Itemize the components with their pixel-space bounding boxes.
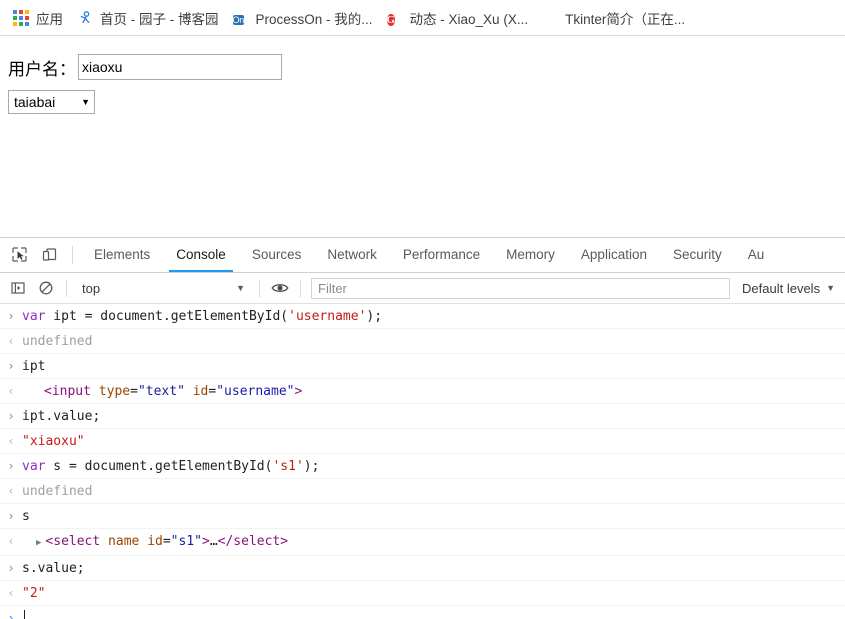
console-row-output[interactable]: ‹ <input type="text" id="username">	[0, 379, 845, 405]
bookmark-gitee[interactable]: G 动态 - Xiao_Xu (X...	[380, 5, 536, 31]
live-expression-button[interactable]	[266, 276, 294, 300]
console-filter-input[interactable]	[311, 277, 731, 299]
console-row-text: "2"	[22, 586, 46, 602]
console-row-text: undefined	[22, 484, 93, 500]
console-row-text: <input type="text" id="username">	[44, 384, 303, 400]
tab-network[interactable]: Network	[314, 238, 390, 272]
filterbar-divider-2	[259, 279, 260, 297]
device-toggle-icon	[42, 248, 56, 261]
console-output-marker: ‹	[7, 586, 15, 601]
console-input-marker: ›	[7, 359, 15, 374]
sidebar-toggle-icon	[11, 282, 25, 294]
console-row-output[interactable]: ‹ "xiaoxu"	[0, 429, 845, 455]
inspect-cursor-icon	[11, 247, 27, 262]
console-row-text: var ipt = document.getElementById('usern…	[22, 309, 383, 325]
page-viewport: 用户名： taiabai ▼	[0, 36, 845, 237]
apps-grid-icon	[13, 9, 29, 26]
tab-sources[interactable]: Sources	[239, 238, 315, 272]
console-sidebar-toggle-button[interactable]	[4, 276, 32, 300]
console-row-input[interactable]: › ipt.value;	[0, 404, 845, 430]
eye-icon	[271, 284, 289, 292]
username-row: 用户名：	[8, 54, 845, 80]
console-row-input[interactable]: › var ipt = document.getElementById('use…	[0, 304, 845, 330]
bookmark-label: 应用	[36, 11, 63, 27]
console-message-list[interactable]: › var ipt = document.getElementById('use…	[0, 304, 845, 619]
bookmark-label: ProcessOn - 我的...	[255, 11, 373, 27]
bookmark-apps[interactable]: 应用	[6, 5, 70, 31]
tab-application[interactable]: Application	[568, 238, 660, 272]
bookmark-cnblogs[interactable]: 首页 - 园子 - 博客园	[70, 5, 226, 31]
chevron-down-icon: ▼	[236, 283, 245, 294]
console-row-input[interactable]: › s.value;	[0, 556, 845, 582]
console-row-input[interactable]: › var s = document.getElementById('s1');	[0, 454, 845, 480]
console-prompt-row[interactable]: ›	[0, 606, 845, 619]
device-toolbar-button[interactable]	[34, 238, 64, 272]
execution-context-value: top	[82, 280, 101, 296]
clear-console-button[interactable]	[32, 276, 60, 300]
processon-icon: On	[232, 10, 249, 26]
toolbar-divider	[72, 246, 73, 264]
tab-elements[interactable]: Elements	[81, 238, 163, 272]
console-input-marker: ›	[7, 561, 15, 576]
filterbar-divider-3	[300, 279, 301, 297]
tab-console[interactable]: Console	[163, 238, 239, 272]
console-row-text: s.value;	[22, 561, 85, 577]
username-label: 用户名：	[8, 59, 76, 79]
console-output-marker: ‹	[7, 384, 15, 399]
tab-memory[interactable]: Memory	[493, 238, 568, 272]
chevron-down-icon: ▼	[826, 283, 835, 294]
console-row-input[interactable]: › ipt	[0, 354, 845, 380]
console-output-marker: ‹	[7, 434, 15, 449]
bookmark-label: 首页 - 园子 - 博客园	[100, 11, 219, 27]
log-levels-value: Default levels	[742, 280, 821, 296]
console-row-text: undefined	[22, 334, 93, 350]
console-row-text: var s = document.getElementById('s1');	[22, 459, 320, 475]
city-select-value: taiabai	[14, 94, 56, 110]
tab-performance[interactable]: Performance	[390, 238, 493, 272]
console-input-marker: ›	[7, 509, 15, 524]
bookmark-label: 动态 - Xiao_Xu (X...	[409, 11, 529, 27]
devtools-tabbar: Elements Console Sources Network Perform…	[0, 238, 845, 273]
clear-console-icon	[39, 281, 53, 295]
bookmark-label: Tkinter简介（正在...	[565, 11, 686, 27]
console-row-output[interactable]: ‹ undefined	[0, 329, 845, 355]
console-input-marker: ›	[7, 409, 15, 424]
tab-security[interactable]: Security	[660, 238, 735, 272]
console-row-text: ▶ <select name id="s1">…</select>	[22, 532, 845, 553]
select-row: taiabai ▼	[8, 89, 845, 115]
console-row-output[interactable]: ‹ undefined	[0, 479, 845, 505]
expand-triangle-icon[interactable]: ▶	[22, 534, 45, 553]
console-filterbar: top ▼ Default levels ▼	[0, 272, 845, 305]
console-row-text: ipt	[22, 359, 46, 375]
console-input-marker: ›	[7, 309, 15, 324]
log-levels-select[interactable]: Default levels ▼	[734, 281, 845, 296]
console-row-text: ipt.value;	[22, 409, 101, 425]
inspect-element-button[interactable]	[4, 238, 34, 272]
city-select[interactable]: taiabai ▼	[8, 90, 95, 114]
processon-icon-text: On	[232, 14, 244, 25]
console-output-marker: ‹	[7, 484, 15, 499]
console-row-text: "xiaoxu"	[22, 434, 85, 450]
cnblogs-icon	[77, 10, 93, 26]
green-square-icon	[542, 10, 558, 26]
console-row-output[interactable]: ‹ "2"	[0, 581, 845, 607]
tab-audits[interactable]: Au	[735, 238, 778, 272]
username-input[interactable]	[78, 54, 282, 80]
execution-context-select[interactable]: top ▼	[73, 281, 253, 296]
bookmark-tkinter[interactable]: Tkinter简介（正在...	[535, 5, 692, 31]
filterbar-divider-1	[66, 279, 67, 297]
gitee-icon: G	[386, 10, 403, 26]
chevron-down-icon: ▼	[81, 96, 90, 107]
console-output-marker: ‹	[7, 534, 15, 549]
console-row-input[interactable]: › s	[0, 504, 845, 530]
bookmark-processon[interactable]: On ProcessOn - 我的...	[226, 5, 380, 31]
gitee-icon-text: G	[386, 13, 396, 26]
bookmarks-bar: 应用 首页 - 园子 - 博客园 On ProcessOn - 我的... G …	[0, 0, 845, 36]
console-output-marker: ‹	[7, 334, 15, 349]
devtools-panel: Elements Console Sources Network Perform…	[0, 237, 845, 619]
console-row-text: s	[22, 509, 30, 525]
console-input-marker: ›	[7, 459, 15, 474]
console-row-output[interactable]: ‹ ▶ <select name id="s1">…</select>	[0, 529, 845, 557]
